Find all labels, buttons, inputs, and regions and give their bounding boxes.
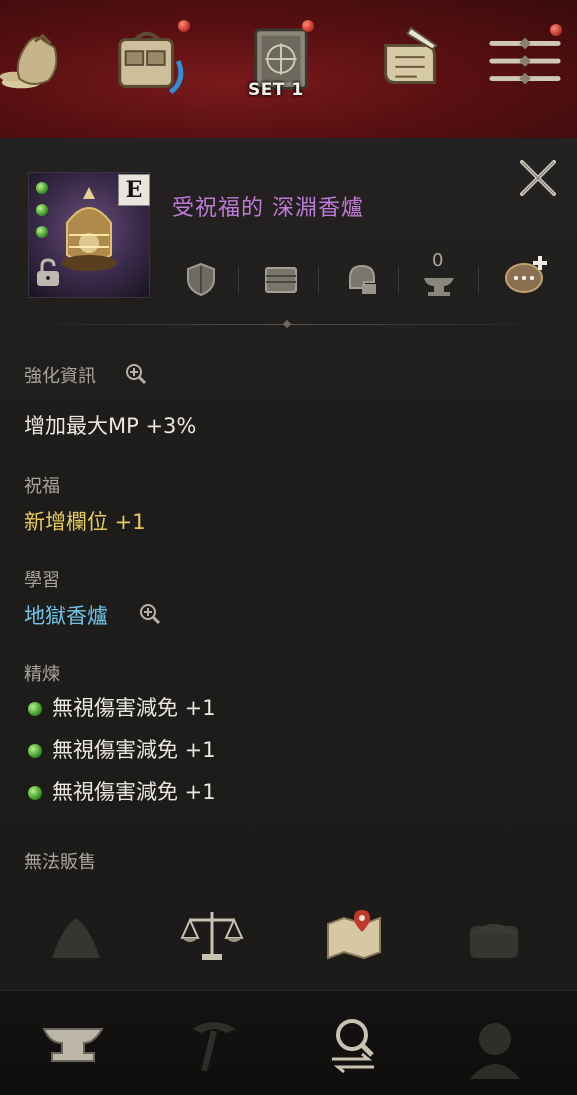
scale-sell-icon[interactable]: [180, 904, 244, 968]
socket-gem-2: [36, 204, 48, 216]
refine-item: 無視傷害減免 +1: [24, 692, 216, 722]
zoom-in-icon[interactable]: [138, 602, 162, 626]
chest-icon[interactable]: [462, 904, 526, 968]
blessing-label: 祝福: [24, 476, 60, 497]
refine-item: 無視傷害減免 +1: [24, 776, 216, 806]
socket-gem-1: [36, 182, 48, 194]
pickaxe-icon[interactable]: [178, 1009, 248, 1079]
quest-scroll-icon[interactable]: [372, 22, 450, 100]
anvil-icon[interactable]: [38, 1009, 108, 1079]
chat-add-icon[interactable]: [502, 254, 550, 298]
shield-icon[interactable]: [182, 260, 220, 298]
close-button[interactable]: [516, 156, 560, 200]
enhance-count: 0: [432, 250, 444, 271]
storage-chest-icon[interactable]: [262, 260, 300, 298]
close-icon: [520, 160, 556, 196]
map-pin-icon[interactable]: [322, 904, 386, 968]
green-gem-icon: [28, 744, 42, 758]
money-bag-icon[interactable]: [0, 22, 70, 100]
inventory-bag-icon[interactable]: [112, 20, 190, 100]
helmet-swap-icon[interactable]: [342, 260, 380, 298]
learn-value[interactable]: 地獄香爐: [24, 600, 108, 630]
green-gem-icon: [28, 702, 42, 716]
search-transfer-icon[interactable]: [318, 1009, 388, 1079]
blessing-value: 新增欄位 +1: [24, 510, 146, 534]
enhance-info-value: 增加最大MP +3%: [24, 414, 197, 438]
zoom-in-icon[interactable]: [124, 362, 148, 386]
set-label: SET 1: [248, 80, 304, 100]
socket-gem-3: [36, 226, 48, 238]
grade-badge: E: [118, 174, 150, 206]
unsellable-label: 無法販售: [24, 852, 96, 873]
item-name: 受祝福的 深淵香爐: [172, 196, 364, 221]
top-bar: SET 1: [0, 0, 577, 138]
anvil-enhance-icon[interactable]: 0: [420, 250, 458, 298]
green-gem-icon: [28, 786, 42, 800]
bottom-toolbar: [0, 990, 577, 1095]
refine-item: 無視傷害減免 +1: [24, 734, 216, 764]
enhance-info-label: 強化資訊: [24, 366, 96, 387]
item-detail-panel: E 受祝福的 深淵香爐 0 強化資訊 增加最大MP +3% 祝福 新增欄位 +1…: [0, 138, 577, 990]
unlock-icon[interactable]: [34, 258, 62, 288]
learn-label: 學習: [24, 570, 60, 591]
character-portrait-icon[interactable]: [460, 1009, 530, 1079]
refine-label: 精煉: [24, 664, 60, 685]
dismantle-icon[interactable]: [44, 904, 108, 968]
menu-icon[interactable]: [486, 22, 564, 100]
